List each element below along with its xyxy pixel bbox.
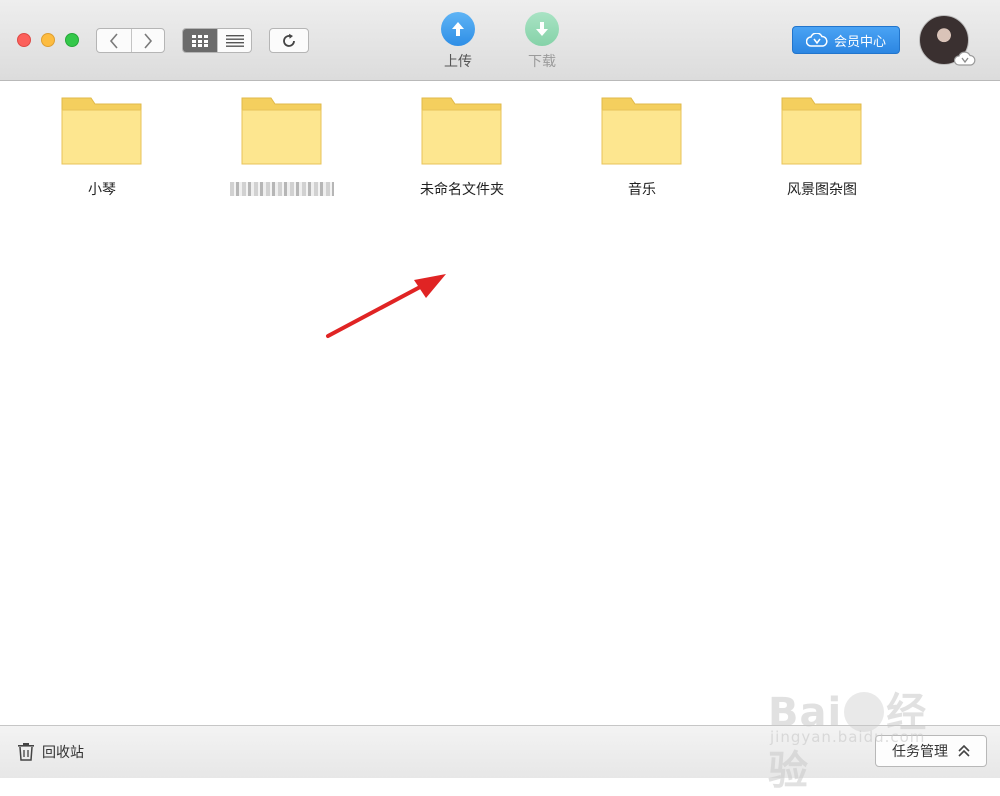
navigation-group xyxy=(96,28,165,53)
folder-item[interactable] xyxy=(202,96,362,200)
cloud-badge-icon xyxy=(954,51,976,66)
folder-icon xyxy=(241,97,322,165)
forward-button[interactable] xyxy=(130,29,165,52)
app-window: 上传 下载 会员中心 小琴 未命名文件夹 音乐 风景图杂图 回收站 任务管理 B… xyxy=(0,0,1000,794)
recycle-bin-label: 回收站 xyxy=(42,745,84,761)
folder-icon xyxy=(61,97,142,165)
window-minimize-button[interactable] xyxy=(41,33,55,47)
vip-center-button[interactable]: 会员中心 xyxy=(792,26,900,54)
user-avatar[interactable] xyxy=(919,15,976,66)
recycle-bin-button[interactable]: 回收站 xyxy=(18,742,84,762)
list-icon xyxy=(225,34,244,47)
window-close-button[interactable] xyxy=(17,33,31,47)
chevron-left-icon xyxy=(109,32,118,49)
task-manager-button[interactable]: 任务管理 xyxy=(875,735,987,767)
back-button[interactable] xyxy=(97,29,131,52)
download-label: 下载 xyxy=(528,54,556,70)
file-grid: 小琴 未命名文件夹 音乐 风景图杂图 xyxy=(0,81,1000,725)
folder-name: 风景图杂图 xyxy=(787,182,857,198)
folder-icon xyxy=(601,97,682,165)
trash-icon xyxy=(18,743,34,761)
chevron-right-icon xyxy=(144,32,152,49)
upload-icon xyxy=(441,12,475,46)
folder-item[interactable]: 未命名文件夹 xyxy=(382,96,542,199)
folder-item[interactable]: 音乐 xyxy=(562,96,722,199)
folder-name xyxy=(202,179,362,200)
folder-icon xyxy=(421,97,502,165)
list-view-button[interactable] xyxy=(217,29,251,52)
window-zoom-button[interactable] xyxy=(65,33,79,47)
refresh-button[interactable] xyxy=(269,28,309,53)
grid-view-button[interactable] xyxy=(183,29,217,52)
view-mode-group xyxy=(182,28,252,53)
pixelated-folder-name xyxy=(230,182,334,196)
folder-name: 小琴 xyxy=(88,182,116,198)
annotation-arrow-icon xyxy=(326,274,446,338)
refresh-icon xyxy=(283,33,295,47)
download-button[interactable]: 下载 xyxy=(512,12,572,71)
folder-name: 未命名文件夹 xyxy=(420,182,504,198)
cloud-vip-icon xyxy=(805,33,828,47)
task-manager-label: 任务管理 xyxy=(892,744,948,760)
folder-item[interactable]: 风景图杂图 xyxy=(742,96,902,199)
folder-name: 音乐 xyxy=(628,182,656,198)
folder-icon xyxy=(781,97,862,165)
download-icon xyxy=(525,12,559,46)
toolbar: 上传 下载 会员中心 xyxy=(0,0,1000,81)
folder-item[interactable]: 小琴 xyxy=(22,96,182,199)
grid-icon xyxy=(192,34,208,47)
upload-label: 上传 xyxy=(444,54,472,70)
upload-button[interactable]: 上传 xyxy=(428,12,488,71)
vip-center-label: 会员中心 xyxy=(833,34,886,50)
status-bar: 回收站 任务管理 xyxy=(0,725,1000,778)
double-chevron-up-icon xyxy=(958,745,970,757)
